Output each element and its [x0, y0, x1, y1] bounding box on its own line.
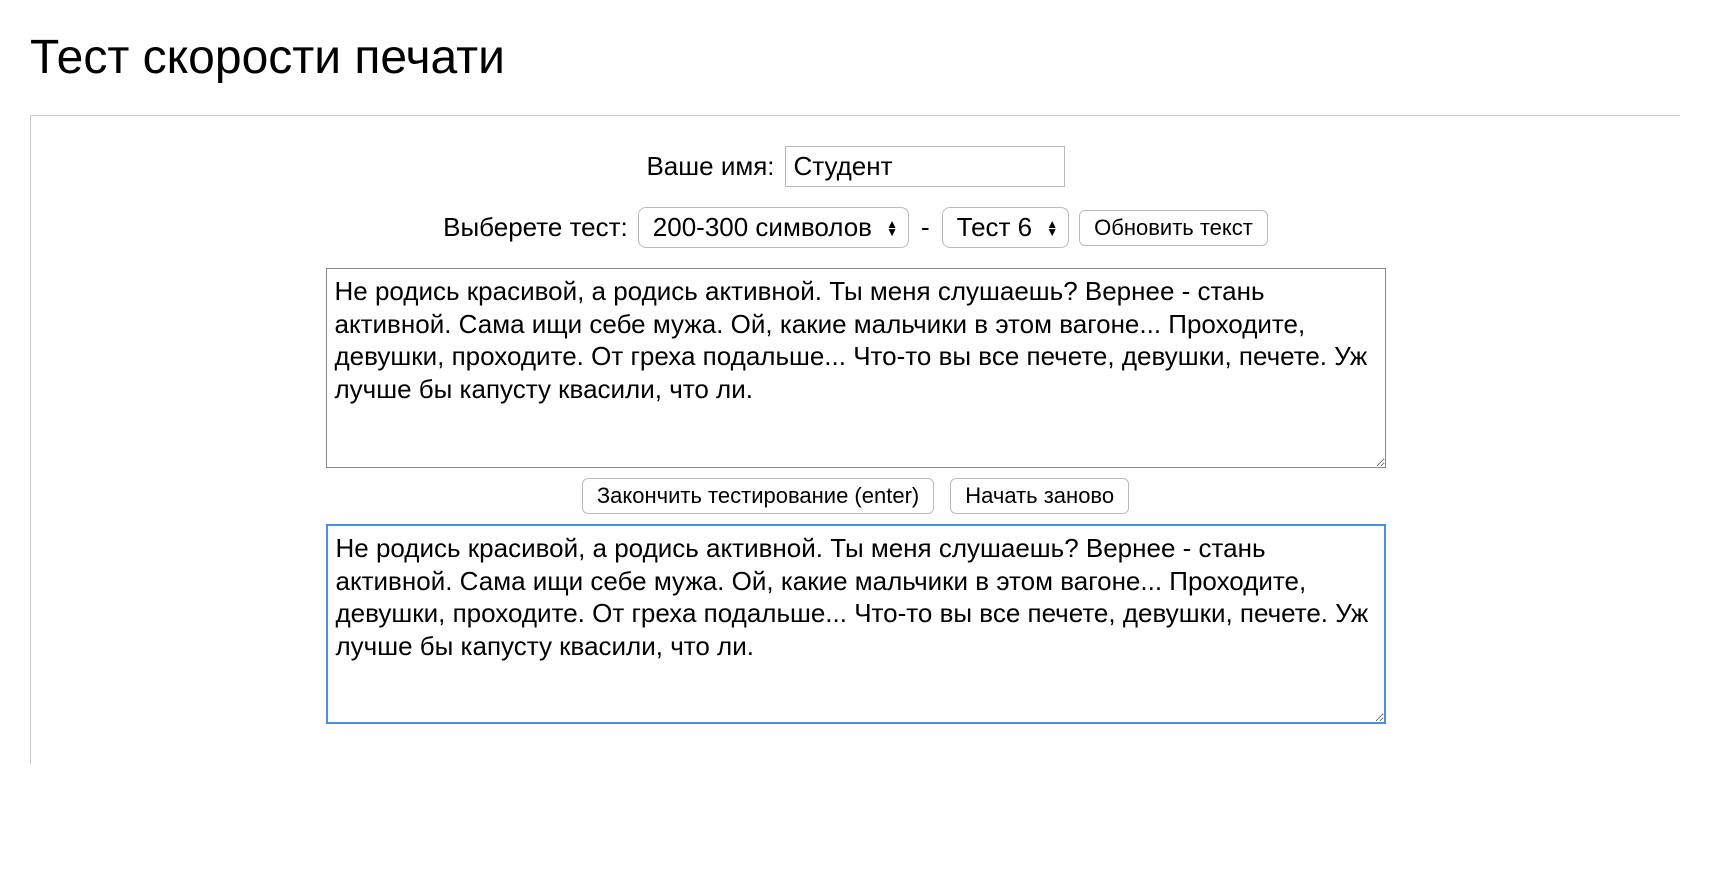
updown-icon: ▲▼: [886, 221, 898, 235]
name-label: Ваше имя:: [646, 151, 774, 182]
main-panel: Ваше имя: Выберете тест: 200-300 символо…: [30, 115, 1680, 764]
action-button-row: Закончить тестирование (enter) Начать за…: [326, 478, 1386, 514]
length-select[interactable]: 200-300 символов ▲▼: [638, 207, 909, 248]
restart-button[interactable]: Начать заново: [950, 478, 1129, 514]
test-number-value: Тест 6: [957, 212, 1032, 243]
name-input[interactable]: [785, 146, 1065, 187]
length-select-value: 200-300 символов: [653, 212, 872, 243]
test-select-label: Выберете тест:: [443, 212, 628, 243]
test-select-row: Выберете тест: 200-300 символов ▲▼ - Тес…: [31, 207, 1680, 248]
test-number-select[interactable]: Тест 6 ▲▼: [942, 207, 1069, 248]
refresh-text-button[interactable]: Обновить текст: [1079, 210, 1268, 246]
updown-icon: ▲▼: [1046, 221, 1058, 235]
finish-button[interactable]: Закончить тестирование (enter): [582, 478, 934, 514]
reference-textarea[interactable]: [326, 268, 1386, 468]
typing-textarea[interactable]: [326, 524, 1386, 724]
dash-separator: -: [921, 212, 930, 243]
name-row: Ваше имя:: [31, 146, 1680, 187]
page-title: Тест скорости печати: [30, 30, 1680, 85]
